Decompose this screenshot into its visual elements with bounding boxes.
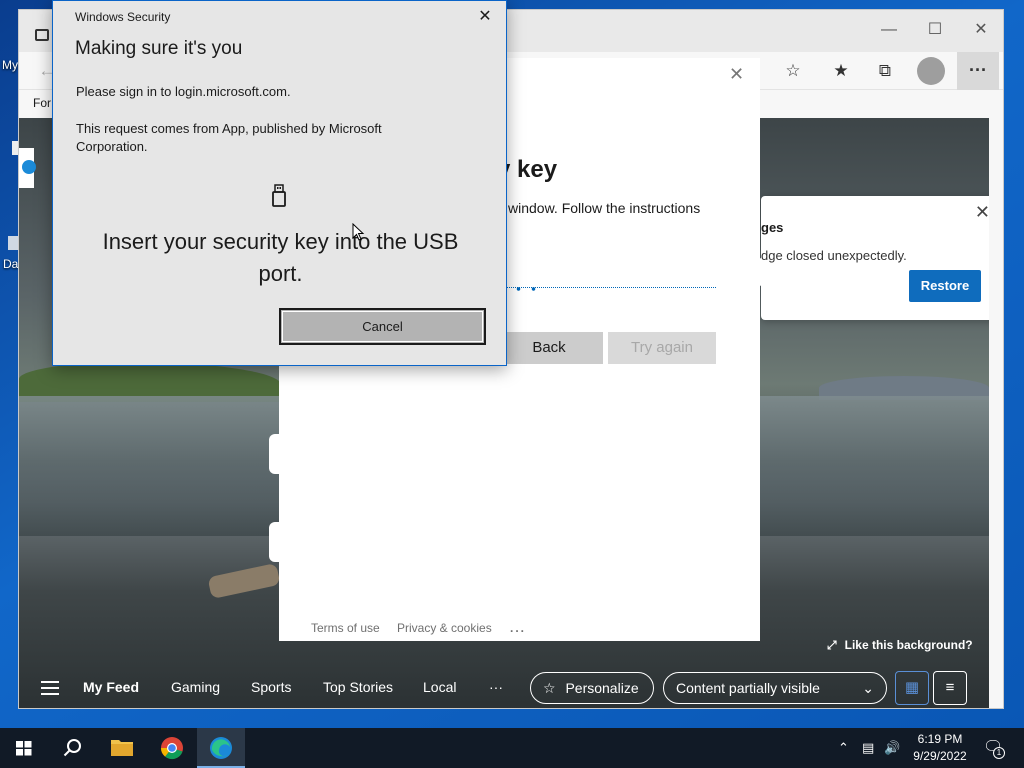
- volume-icon[interactable]: 🔊: [884, 740, 900, 756]
- bookmark-item[interactable]: For: [33, 96, 51, 110]
- file-explorer-button[interactable]: [98, 728, 146, 768]
- chrome-icon: [160, 737, 183, 760]
- expand-icon: ⤢: [827, 638, 837, 652]
- minimize-icon[interactable]: —: [871, 16, 907, 44]
- network-icon[interactable]: ▤: [862, 740, 874, 756]
- clock[interactable]: 6:19 PM 9/29/2022: [906, 731, 974, 765]
- terms-of-use-link[interactable]: Terms of use: [311, 621, 380, 635]
- chrome-button[interactable]: [148, 728, 196, 768]
- dialog-caption: Windows Security: [75, 10, 171, 24]
- profile-avatar[interactable]: [917, 57, 945, 85]
- like-background-link[interactable]: ⤢ Like this background?: [827, 638, 973, 653]
- clock-date: 9/29/2022: [913, 749, 967, 763]
- favorites-icon[interactable]: ★: [825, 56, 857, 86]
- search-button[interactable]: [48, 728, 96, 768]
- tab-actions-icon[interactable]: [35, 29, 49, 41]
- edge-logo-icon: [22, 160, 36, 174]
- add-favorite-icon[interactable]: ☆: [777, 56, 809, 86]
- like-background-label: Like this background?: [844, 638, 973, 652]
- windows-logo-icon: [16, 741, 32, 756]
- feed-more-icon[interactable]: ···: [489, 679, 503, 695]
- edge-logo-sliver: [19, 148, 36, 188]
- signin-target-text: Please sign in to login.microsoft.com.: [76, 84, 291, 99]
- instruction-text: Insert your security key into the USB po…: [53, 226, 508, 290]
- chevron-down-icon: ⌄: [862, 680, 874, 696]
- signin-description: window. Follow the instructions: [508, 200, 701, 216]
- close-window-icon[interactable]: ✕: [963, 16, 999, 44]
- feed-tab-local[interactable]: Local: [423, 679, 456, 695]
- close-icon[interactable]: ✕: [729, 64, 744, 85]
- restore-button[interactable]: Restore: [909, 270, 981, 302]
- content-visibility-dropdown[interactable]: Content partially visible ⌄: [663, 672, 887, 704]
- try-again-button[interactable]: Try again: [608, 332, 716, 364]
- request-source-text-line2: Corporation.: [76, 139, 148, 154]
- progress-dots: [511, 287, 543, 291]
- dialog-close-icon[interactable]: ✕: [471, 5, 499, 29]
- desktop-icon-file[interactable]: [8, 236, 18, 250]
- usb-key-icon: [272, 184, 286, 207]
- feed-bar: My Feed Gaming Sports Top Stories Local …: [19, 664, 989, 708]
- desktop-icon-label-da[interactable]: Da: [3, 257, 18, 271]
- personalize-icon: ☆: [543, 680, 556, 696]
- grid-layout-icon[interactable]: ▦: [895, 671, 929, 705]
- search-icon: [63, 739, 81, 757]
- cancel-button[interactable]: Cancel: [279, 308, 486, 345]
- feed-tab-sports[interactable]: Sports: [251, 679, 291, 695]
- settings-and-more-icon[interactable]: ···: [957, 52, 999, 90]
- restore-pages-card: ges dge closed unexpectedly. ✕ Restore: [761, 196, 989, 320]
- notification-count-badge: 1: [993, 747, 1005, 759]
- edge-icon: [210, 737, 232, 759]
- clock-time: 6:19 PM: [917, 732, 963, 746]
- menu-icon[interactable]: [41, 681, 59, 695]
- collections-icon[interactable]: ⧉: [869, 56, 901, 86]
- desktop-icon-label-my[interactable]: My: [2, 58, 18, 72]
- content-visibility-label: Content partially visible: [676, 680, 820, 696]
- bg-log: [207, 562, 281, 600]
- dialog-title: Making sure it's you: [75, 38, 243, 59]
- list-layout-icon[interactable]: ≡: [933, 671, 967, 705]
- restore-message: dge closed unexpectedly.: [761, 248, 907, 263]
- privacy-cookies-link[interactable]: Privacy & cookies: [397, 621, 492, 635]
- instruction-line1: Insert your security key into the USB: [102, 229, 459, 254]
- folder-icon: [111, 740, 133, 756]
- mouse-cursor-icon: [352, 223, 365, 241]
- personalize-button[interactable]: ☆ Personalize: [530, 672, 654, 704]
- restore-title: ges: [761, 220, 784, 235]
- instruction-line2: port.: [258, 261, 303, 286]
- windows-security-dialog: Windows Security ✕ Making sure it's you …: [52, 0, 507, 366]
- taskbar: ⌃ ▤ 🔊 6:19 PM 9/29/2022 🗨 1: [0, 728, 1024, 768]
- maximize-icon[interactable]: ☐: [917, 16, 953, 44]
- close-icon[interactable]: ✕: [975, 202, 989, 223]
- action-center-icon[interactable]: 🗨 1: [983, 737, 1005, 759]
- feed-tab-top-stories[interactable]: Top Stories: [323, 679, 393, 695]
- show-hidden-icons-icon[interactable]: ⌃: [838, 740, 849, 756]
- start-button[interactable]: [0, 728, 48, 768]
- footer-more-icon[interactable]: ...: [510, 621, 526, 635]
- personalize-label: Personalize: [565, 680, 639, 696]
- request-source-text-line1: This request comes from App, published b…: [76, 121, 382, 136]
- back-button[interactable]: Back: [495, 332, 603, 364]
- edge-taskbar-button[interactable]: [197, 728, 245, 768]
- feed-tab-gaming[interactable]: Gaming: [171, 679, 220, 695]
- feed-tab-my-feed[interactable]: My Feed: [83, 679, 139, 695]
